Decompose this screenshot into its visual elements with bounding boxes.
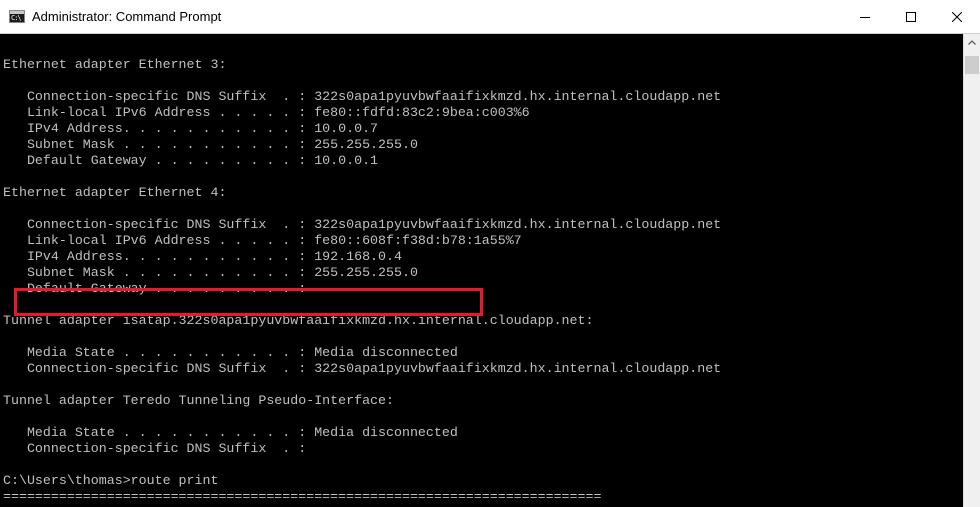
- console-line: ========================================…: [3, 489, 602, 504]
- title-bar[interactable]: C:\ Administrator: Command Prompt: [0, 0, 980, 34]
- console-line: Connection-specific DNS Suffix . : 322s0…: [3, 217, 722, 232]
- vertical-scrollbar[interactable]: [963, 34, 980, 507]
- console-line: Media State . . . . . . . . . . . : Medi…: [3, 345, 458, 360]
- console-line: Tunnel adapter Teredo Tunneling Pseudo-I…: [3, 393, 394, 408]
- console-line: Connection-specific DNS Suffix . :: [3, 441, 307, 456]
- minimize-icon: [860, 17, 870, 18]
- maximize-icon: [906, 12, 916, 22]
- console-line: Media State . . . . . . . . . . . : Medi…: [3, 425, 458, 440]
- console-line: Ethernet adapter Ethernet 3:: [3, 57, 227, 72]
- highlight-box-default-gateway: [14, 288, 483, 316]
- console-line: Connection-specific DNS Suffix . : 322s0…: [3, 89, 722, 104]
- close-button[interactable]: [934, 0, 980, 34]
- cmd-icon-glyph: C:\: [11, 14, 22, 22]
- console-line: Connection-specific DNS Suffix . : 322s0…: [3, 361, 722, 376]
- console-line: Link-local IPv6 Address . . . . . : fe80…: [3, 105, 530, 120]
- cmd-icon[interactable]: C:\: [9, 10, 25, 23]
- console-line: IPv4 Address. . . . . . . . . . . : 192.…: [3, 249, 402, 264]
- maximize-button[interactable]: [888, 0, 934, 34]
- console-line: Link-local IPv6 Address . . . . . : fe80…: [3, 233, 522, 248]
- console-output[interactable]: Ethernet adapter Ethernet 3: Connection-…: [0, 34, 963, 507]
- close-icon: [952, 12, 962, 22]
- console-line: Subnet Mask . . . . . . . . . . . : 255.…: [3, 265, 418, 280]
- console-line: Ethernet adapter Ethernet 4:: [3, 185, 227, 200]
- console-line: IPv4 Address. . . . . . . . . . . : 10.0…: [3, 121, 379, 136]
- console-line: Subnet Mask . . . . . . . . . . . : 255.…: [3, 137, 418, 152]
- console-line: C:\Users\thomas>route print: [3, 473, 219, 488]
- window-title: Administrator: Command Prompt: [32, 9, 222, 24]
- minimize-button[interactable]: [842, 0, 888, 34]
- chevron-up-icon: [968, 40, 976, 45]
- console-line: Default Gateway . . . . . . . . . : 10.0…: [3, 153, 379, 168]
- scroll-thumb[interactable]: [965, 56, 979, 74]
- scroll-up-button[interactable]: [964, 34, 980, 51]
